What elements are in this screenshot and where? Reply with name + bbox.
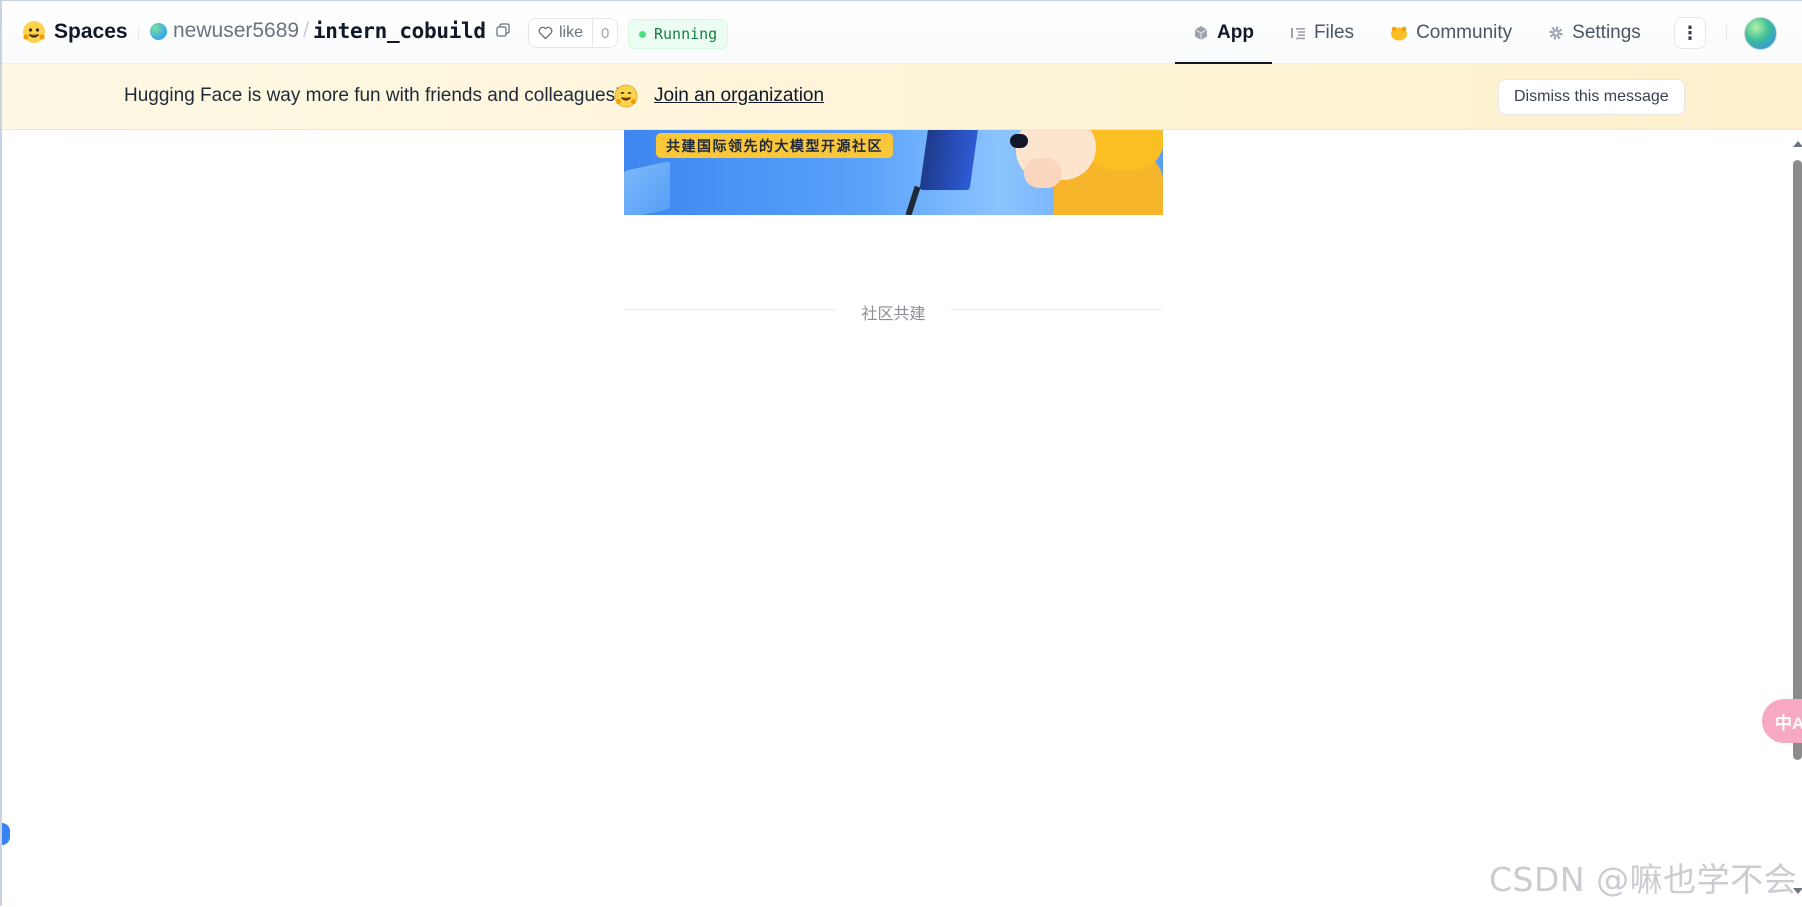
tab-settings-label: Settings (1572, 21, 1641, 43)
cube-icon (1194, 25, 1208, 40)
hugging-face-logo-icon (23, 21, 45, 43)
csdn-watermark: CSDN @嘛也学不会 (1489, 860, 1798, 899)
scroll-up-arrow-icon[interactable] (1793, 141, 1802, 147)
section-title: 社区共建 (861, 306, 926, 323)
repo-name-link[interactable]: intern_cobuild (313, 19, 486, 43)
tab-community[interactable]: Community (1372, 1, 1530, 64)
hero-monitor-graphic (919, 130, 979, 190)
scrollbar-thumb[interactable] (1793, 160, 1802, 760)
spaces-label: Spaces (54, 20, 128, 43)
org-invite-banner: Hugging Face is way more fun with friend… (2, 64, 1802, 130)
tab-settings[interactable]: Settings (1530, 1, 1659, 64)
copy-icon[interactable] (496, 23, 512, 39)
hero-figure-glasses (1010, 134, 1028, 148)
hero-figure-hand (1024, 158, 1062, 188)
tab-community-label: Community (1416, 21, 1513, 43)
translate-icon: 中A (1775, 713, 1802, 733)
tab-app-label: App (1217, 21, 1254, 43)
translate-float-button[interactable]: 中A (1762, 699, 1802, 743)
tab-files-label: Files (1313, 21, 1355, 43)
banner-message: Hugging Face is way more fun with friend… (124, 85, 621, 106)
heart-icon (538, 26, 553, 40)
app-iframe: 共建国际领先的大模型开源社区 社区共建 (2, 130, 1802, 907)
page-scrollbar[interactable] (1790, 141, 1802, 907)
space-tabs: App Files Community Settings (1175, 1, 1659, 64)
spaces-home-link[interactable]: Spaces (22, 20, 128, 44)
nav-divider (138, 26, 139, 42)
more-options-button[interactable]: ⋮ (1674, 17, 1706, 49)
owner-avatar (150, 22, 167, 40)
files-icon (1290, 27, 1305, 39)
community-icon (1391, 26, 1408, 40)
tab-files[interactable]: Files (1272, 1, 1372, 64)
dismiss-message-button[interactable]: Dismiss this message (1498, 79, 1685, 115)
hero-cube-graphic (624, 161, 670, 215)
tab-app[interactable]: App (1175, 1, 1272, 64)
top-navbar: Spaces newuser5689 / intern_cobuild like… (2, 1, 1802, 64)
status-badge[interactable]: Running (628, 19, 729, 49)
repo-breadcrumb: newuser5689 / intern_cobuild (150, 19, 512, 43)
section-heading: 社区共建 (624, 300, 1163, 323)
hero-monitor-stand (905, 185, 921, 215)
breadcrumb-separator: / (303, 19, 309, 42)
like-button-group: like 0 (528, 18, 619, 48)
section-divider-line (951, 309, 1163, 310)
join-organization-link[interactable]: Join an organization (654, 85, 824, 107)
owner-link[interactable]: newuser5689 (173, 19, 299, 43)
like-label: like (559, 24, 584, 41)
user-avatar[interactable] (1744, 17, 1777, 50)
like-button[interactable]: like (529, 19, 592, 47)
gear-icon (1549, 26, 1563, 39)
status-dot-icon (639, 30, 646, 38)
more-vertical-icon: ⋮ (1681, 23, 1699, 43)
hero-banner-image: 共建国际领先的大模型开源社区 (624, 130, 1163, 215)
nav-divider (1726, 25, 1727, 41)
hero-slogan: 共建国际领先的大模型开源社区 (656, 133, 893, 158)
like-count[interactable]: 0 (592, 19, 617, 47)
hugging-face-emoji-icon (614, 84, 638, 108)
status-text: Running (654, 25, 718, 43)
